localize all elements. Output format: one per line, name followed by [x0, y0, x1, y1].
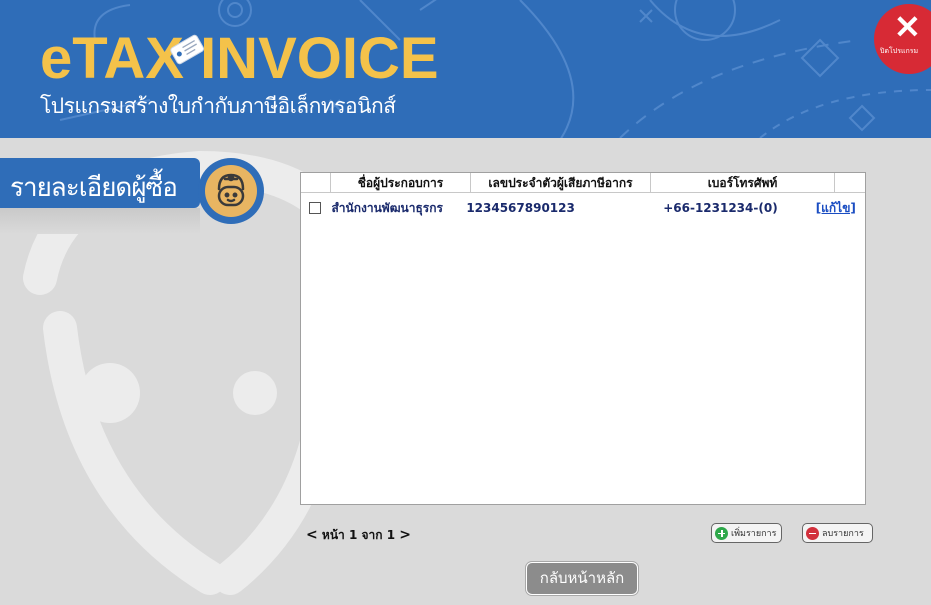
delete-item-button[interactable]: ลบรายการ — [802, 523, 873, 543]
back-home-button[interactable]: กลับหน้าหลัก — [526, 562, 638, 595]
cell-name: สำนักงานพัฒนาธุรกร — [331, 201, 443, 215]
column-header-name[interactable]: ชื่อผู้ประกอบการ — [331, 173, 471, 192]
next-page-button[interactable]: > — [399, 527, 411, 543]
plus-circle-icon — [715, 526, 728, 540]
prev-page-button[interactable]: < — [306, 527, 318, 543]
buyer-table: ชื่อผู้ประกอบการ เลขประจำตัวผู้เสียภาษีอ… — [300, 172, 866, 505]
row-select-cell — [301, 202, 329, 214]
column-header-select — [301, 173, 331, 192]
page-indicator: หน้า 1 จาก 1 — [321, 528, 396, 542]
user-avatar-icon — [217, 173, 245, 207]
close-program-label: ปิดโปรแกรม — [880, 47, 919, 55]
add-item-label: เพิ่มรายการ — [731, 529, 777, 539]
pagination: < หน้า 1 จาก 1 > — [306, 526, 411, 545]
column-header-tax-id[interactable]: เลขประจำตัวผู้เสียภาษีอากร — [471, 173, 651, 192]
section-title: รายละเอียดผู้ซื้อ — [10, 173, 178, 203]
section-tab: รายละเอียดผู้ซื้อ — [0, 158, 200, 208]
avatar-inner — [205, 165, 257, 217]
tag-icon — [170, 34, 205, 65]
row-checkbox[interactable] — [309, 202, 322, 214]
add-item-button[interactable]: เพิ่มรายการ — [711, 523, 782, 543]
table-row[interactable]: สำนักงานพัฒนาธุรกร 1234567890123 +66-123… — [301, 199, 865, 217]
close-icon: ✕ — [894, 9, 921, 45]
app-logo: eTAX INVOICE — [40, 26, 439, 91]
column-header-phone[interactable]: เบอร์โทรศัพท์ — [651, 173, 835, 192]
table-header: ชื่อผู้ประกอบการ เลขประจำตัวผู้เสียภาษีอ… — [301, 173, 865, 193]
minus-circle-icon — [806, 526, 819, 540]
avatar — [198, 158, 264, 224]
section-tab-shadow — [0, 208, 200, 234]
app-header: eTAX INVOICE โปรแกรมสร้างใบกำกับภาษีอิเล… — [0, 0, 931, 138]
column-header-action — [835, 173, 865, 192]
cell-tax-id: 1234567890123 — [466, 201, 575, 215]
cell-phone: +66-1231234-(0) — [663, 201, 778, 215]
edit-link[interactable]: [แก้ไข] — [816, 201, 856, 215]
delete-item-label: ลบรายการ — [822, 529, 864, 539]
app-subtitle: โปรแกรมสร้างใบกำกับภาษีอิเล็กทรอนิกส์ — [40, 94, 396, 118]
row-edit-cell: [แก้ไข] — [808, 199, 865, 217]
